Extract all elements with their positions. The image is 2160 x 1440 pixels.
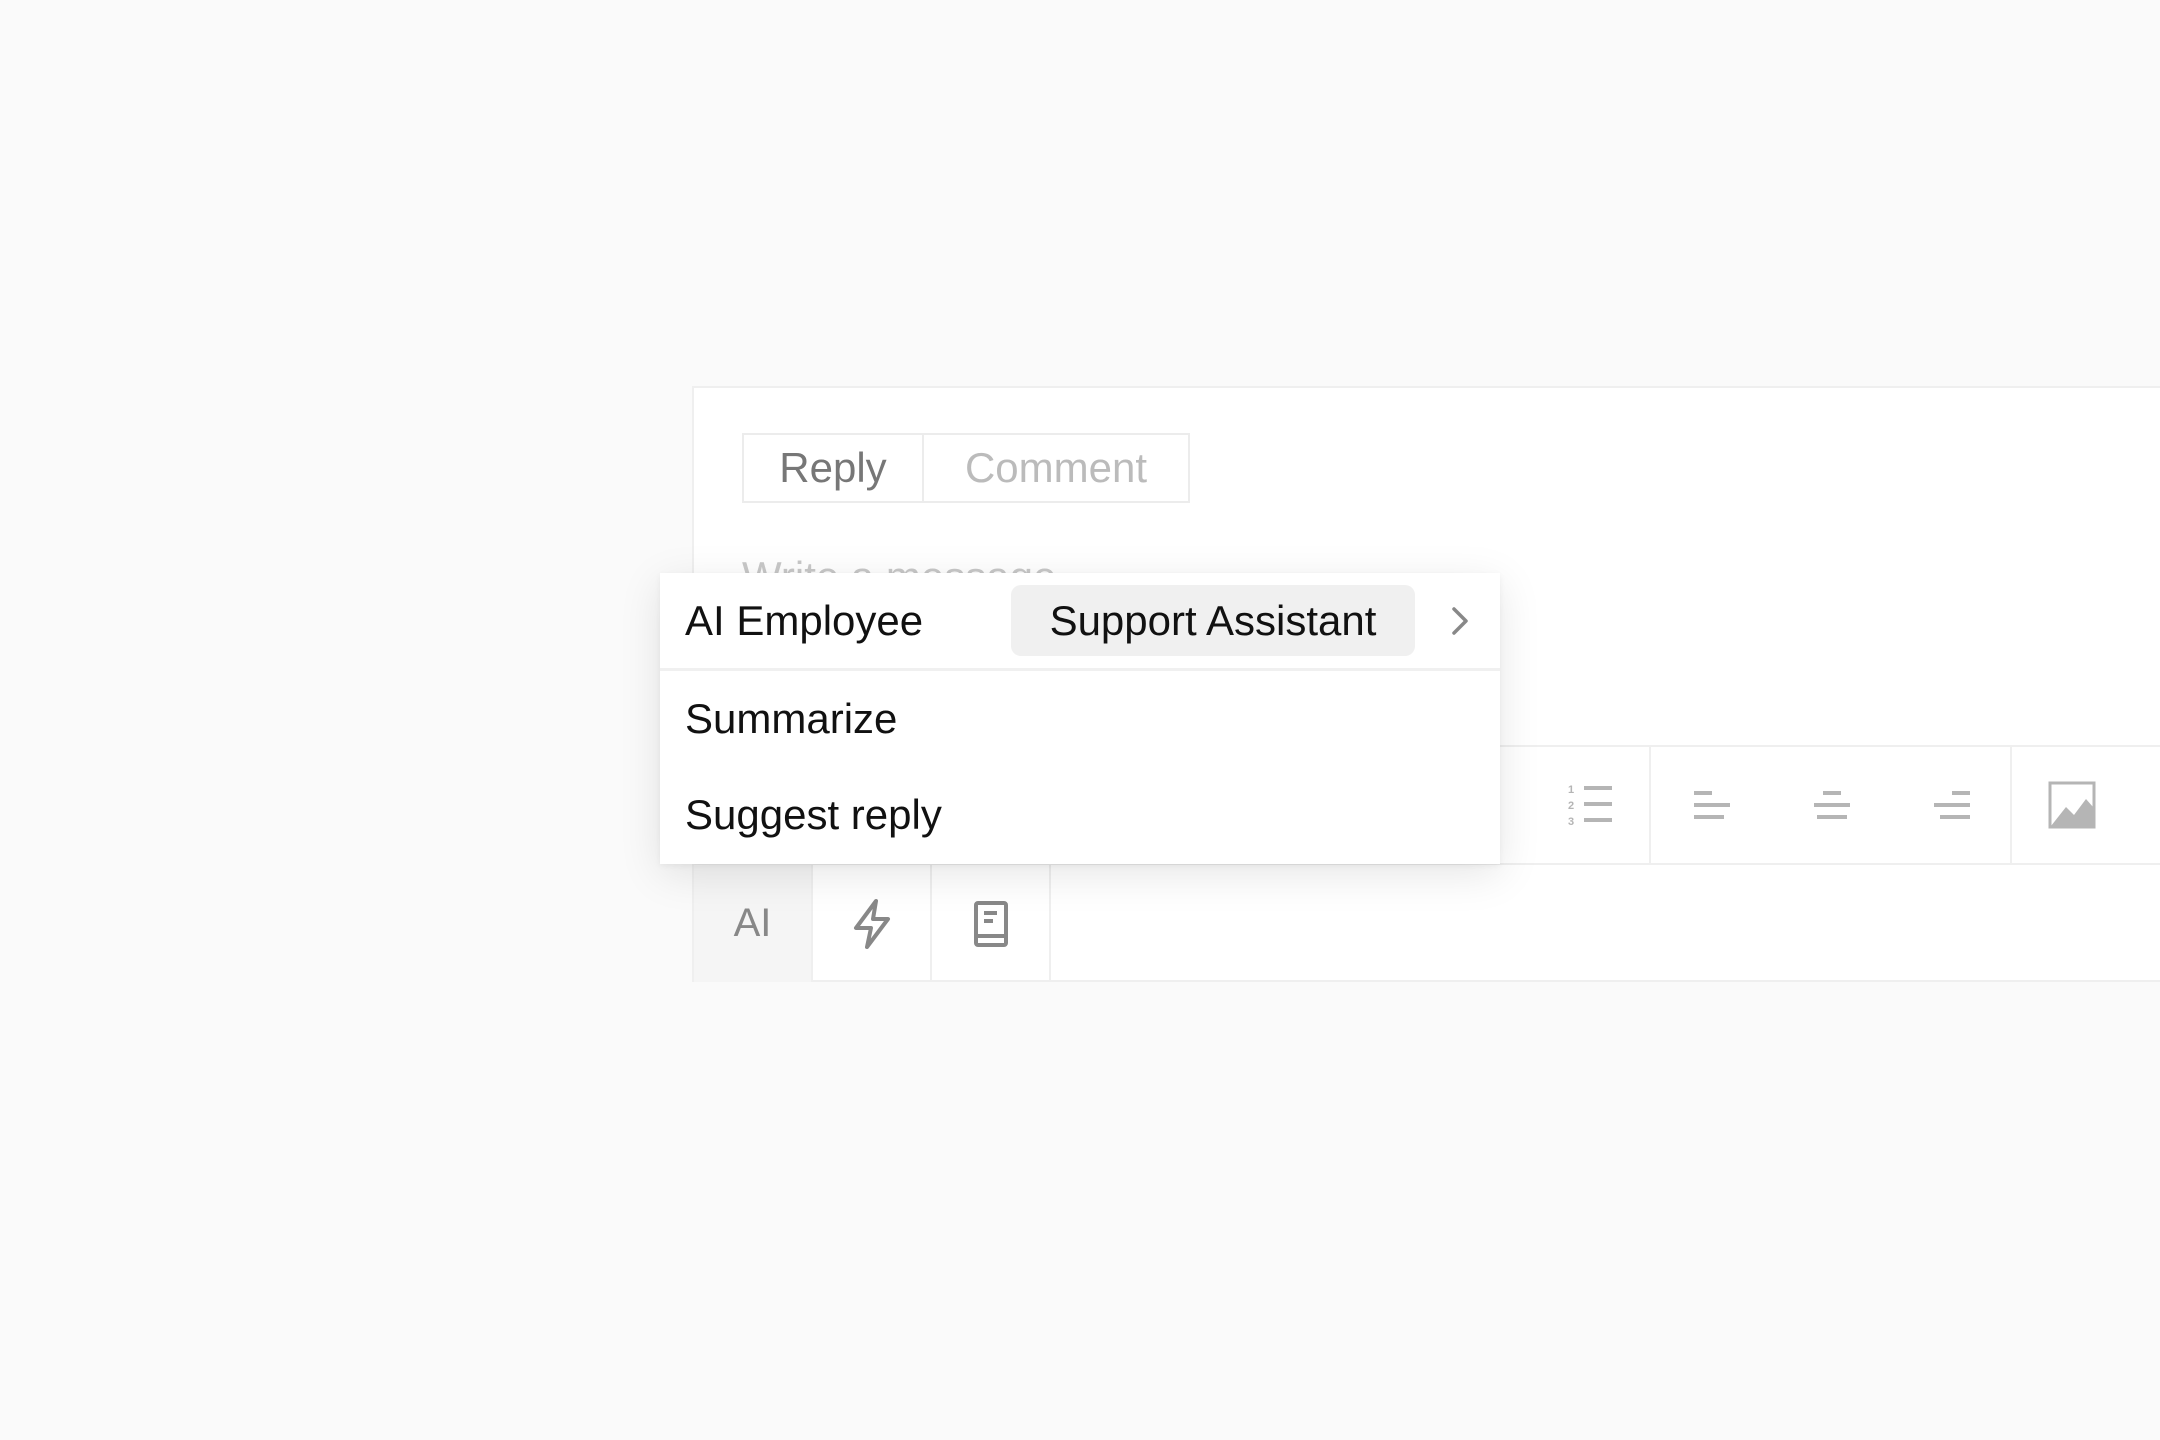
composer-tabs: Reply Comment — [742, 433, 1190, 503]
ai-menu: AI Employee Support Assistant Summarize … — [660, 573, 1500, 864]
ai-employee-row[interactable]: AI Employee Support Assistant — [660, 573, 1500, 671]
chevron-right-icon[interactable] — [1448, 603, 1472, 639]
align-left-icon[interactable] — [1652, 747, 1772, 863]
tab-reply[interactable]: Reply — [744, 435, 924, 501]
svg-text:1: 1 — [1568, 784, 1574, 796]
image-icon[interactable] — [2012, 747, 2132, 863]
ai-employee-label: AI Employee — [685, 596, 924, 644]
knowledge-base-button[interactable] — [932, 865, 1051, 982]
bottom-toolbar: AI — [694, 865, 1051, 982]
tab-comment[interactable]: Comment — [924, 435, 1188, 501]
ai-button[interactable]: AI — [694, 865, 813, 982]
menu-item-summarize[interactable]: Summarize — [660, 671, 1500, 767]
menu-item-suggest-reply[interactable]: Suggest reply — [660, 767, 1500, 863]
svg-text:3: 3 — [1568, 816, 1574, 828]
ordered-list-icon[interactable]: 1 2 3 — [1531, 747, 1651, 863]
ai-label: AI — [733, 901, 772, 945]
align-right-icon[interactable] — [1892, 747, 2012, 863]
book-icon — [973, 900, 1008, 947]
quick-actions-button[interactable] — [813, 865, 932, 982]
align-center-icon[interactable] — [1772, 747, 1892, 863]
lightning-icon — [853, 898, 890, 949]
ai-employee-select[interactable]: Support Assistant — [1011, 585, 1415, 656]
svg-text:2: 2 — [1568, 800, 1574, 812]
